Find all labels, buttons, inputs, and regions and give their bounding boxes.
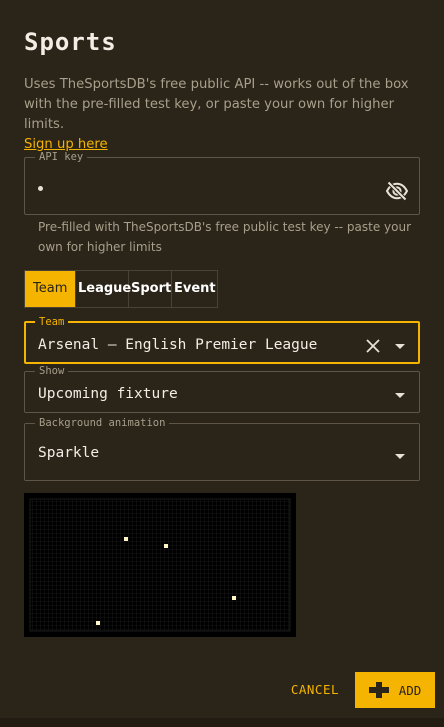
plus-icon (368, 682, 389, 698)
show-legend: Show (39, 365, 65, 377)
sparkle-preview-canvas (29, 498, 291, 632)
tab-league[interactable]: League (76, 271, 131, 307)
team-select[interactable]: Team Arsenal — English Premier League (24, 317, 420, 364)
close-icon[interactable] (365, 338, 381, 354)
cancel-button[interactable]: CANCEL (291, 672, 339, 708)
show-select[interactable]: Show Upcoming fixture (24, 366, 420, 413)
chevron-down-icon[interactable] (395, 454, 405, 459)
background-animation-value[interactable]: Sparkle (38, 445, 99, 461)
background-animation-legend: Background animation (39, 417, 166, 429)
animation-preview (24, 493, 296, 637)
api-key-masked-value[interactable] (38, 186, 43, 191)
api-key-legend: API key (39, 151, 84, 163)
page-bottom-strip (0, 718, 444, 727)
tab-team[interactable]: Team (25, 271, 76, 307)
chevron-down-icon[interactable] (395, 393, 405, 398)
tab-event[interactable]: Event (172, 271, 217, 307)
tab-sport[interactable]: Sport (129, 271, 172, 307)
add-button[interactable]: ADD (355, 672, 435, 708)
team-value[interactable]: Arsenal — English Premier League (38, 337, 317, 353)
api-key-helper: Pre-filled with TheSportsDB's free publi… (38, 220, 412, 254)
add-button-label: ADD (398, 682, 422, 698)
team-legend: Team (39, 316, 65, 328)
show-value[interactable]: Upcoming fixture (38, 386, 178, 402)
api-key-field[interactable]: API key (24, 152, 420, 215)
dialog-description: Uses TheSportsDB's free public API -- wo… (24, 75, 424, 155)
background-animation-select[interactable]: Background animation Sparkle (24, 418, 420, 481)
eye-off-icon[interactable] (385, 179, 409, 203)
entity-tabs: Team League Sport Event (24, 270, 218, 308)
description-text: Uses TheSportsDB's free public API -- wo… (24, 77, 409, 132)
chevron-down-icon[interactable] (395, 344, 405, 349)
sports-dialog: Sports Uses TheSportsDB's free public AP… (0, 0, 444, 718)
dialog-title: Sports (24, 28, 117, 56)
dialog-actions: CANCEL ADD (291, 672, 435, 708)
